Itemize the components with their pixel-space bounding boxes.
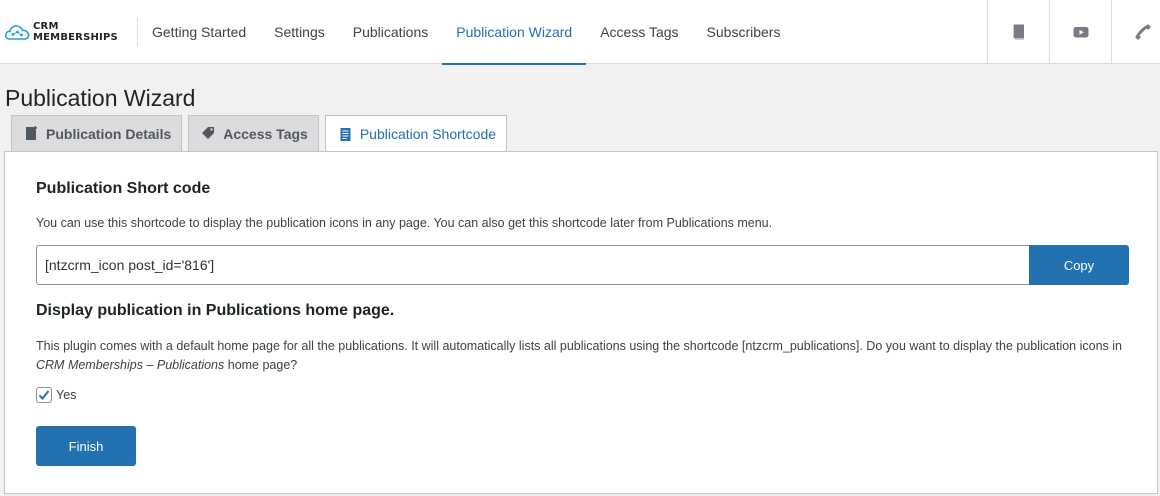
logo-line1: CRM [33,21,59,32]
youtube-button[interactable] [1049,0,1111,64]
tab-label: Access Tags [223,125,308,142]
shortcode-description: You can use this shortcode to display th… [36,216,773,230]
main-nav: Getting Started Settings Publications Pu… [138,0,795,65]
nav-publication-wizard[interactable]: Publication Wizard [442,0,587,65]
checkmark-icon [38,390,50,400]
shortcode-input[interactable] [36,245,1029,285]
wizard-tabs: Publication Details Access Tags Publicat… [11,115,513,152]
page-title: Publication Wizard [5,85,196,111]
checkbox-label: Yes [56,388,77,402]
description-text: This plugin comes with a default home pa… [36,339,1122,353]
tab-label: Publication Details [46,125,172,142]
home-display-heading: Display publication in Publications home… [36,302,395,319]
tag-icon [202,127,215,139]
home-display-checkbox-row: Yes [36,387,76,403]
book-icon [1013,24,1024,40]
youtube-icon [1073,27,1088,38]
tab-publication-shortcode[interactable]: Publication Shortcode [324,115,508,152]
document-plus-icon [26,126,37,140]
tab-publication-details[interactable]: Publication Details [11,115,183,151]
tab-access-tags[interactable]: Access Tags [188,115,319,151]
description-text-end: home page? [224,358,298,372]
nav-subscribers[interactable]: Subscribers [693,0,795,64]
cloud-network-icon [4,25,30,40]
copy-button[interactable]: Copy [1029,245,1129,285]
home-display-description: This plugin comes with a default home pa… [36,337,1136,375]
tab-label: Publication Shortcode [359,126,497,142]
crm-memberships-logo[interactable]: CRM MEMBERSHIPS [4,17,118,47]
logo-text: CRM MEMBERSHIPS [33,21,118,43]
description-em-text: CRM Memberships – Publications [36,358,225,372]
phone-button[interactable] [1111,0,1160,64]
phone-icon [1134,24,1151,40]
documentation-button[interactable] [987,0,1049,64]
top-navigation-bar: CRM MEMBERSHIPS Getting Started Settings… [0,0,1160,65]
nav-settings[interactable]: Settings [260,0,339,64]
nav-publications[interactable]: Publications [339,0,443,64]
document-text-icon [340,127,351,141]
logo-line2: MEMBERSHIPS [33,32,118,43]
nav-access-tags[interactable]: Access Tags [586,0,692,64]
finish-button[interactable]: Finish [36,426,136,466]
home-display-checkbox[interactable] [36,387,52,403]
shortcode-heading: Publication Short code [36,180,211,197]
nav-getting-started[interactable]: Getting Started [138,0,260,64]
shortcode-panel: Publication Short code You can use this … [4,151,1158,494]
